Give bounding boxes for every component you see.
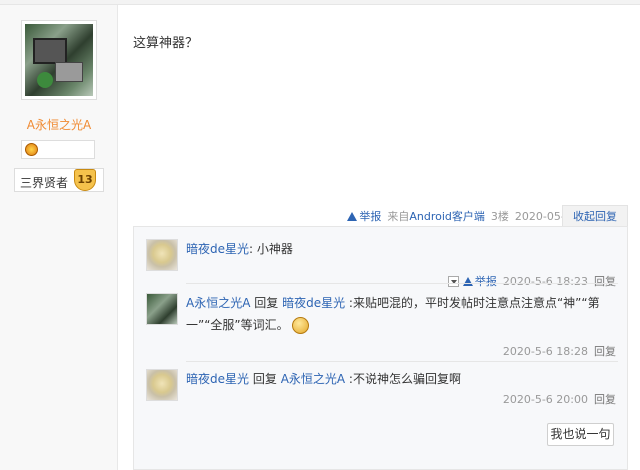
medal-icon[interactable] [25,143,38,156]
reply-avatar[interactable] [146,293,178,325]
reply-avatar[interactable] [146,239,178,271]
post-source-client[interactable]: Android客户端 [409,210,485,223]
reply-item: 暗夜de星光: 小神器 举报 2020-5-6 18:23 回复 [146,239,616,289]
reply-item: A永恒之光A 回复 暗夜de星光 :来贴吧混的，平时发帖时注意点注意点“神”“第… [146,292,616,358]
dropdown-arrow-icon[interactable] [447,275,459,287]
reply-target[interactable]: A永恒之光A [281,372,345,386]
post-report-link[interactable]: 举报 [347,208,381,224]
reply-meta: 举报 2020-5-6 18:23 回复 [447,273,616,289]
reply-button[interactable]: 回复 [594,273,616,289]
reply-content: :不说神怎么骗回复啊 [345,372,461,386]
reply-target[interactable]: 暗夜de星光 [282,296,345,310]
post-report-label: 举报 [359,210,382,223]
reply-author[interactable]: 暗夜de星光 [186,242,249,256]
author-avatar-image [25,24,93,96]
reply-report-link[interactable]: 举报 [462,273,497,289]
reply-content: 小神器 [253,242,293,256]
post-source-prefix: 来自 [387,210,410,223]
warning-triangle-icon [462,276,473,286]
reply-author[interactable]: 暗夜de星光 [186,372,249,386]
reply-button[interactable]: 回复 [594,391,616,407]
say-something-button[interactable]: 我也说一句 [547,423,614,446]
reply-divider [186,283,618,284]
reply-meta: 2020-5-6 18:28 回复 [503,343,616,359]
author-badge-row [21,140,95,159]
reply-time: 2020-5-6 18:23 [502,274,588,288]
reply-word: 回复 [252,372,277,386]
reply-divider [186,361,618,362]
author-avatar[interactable] [21,20,97,100]
reply-avatar[interactable] [146,369,178,401]
reply-meta: 2020-5-6 20:00 回复 [503,391,616,407]
author-level-box[interactable]: 三界贤者 13 [14,168,104,192]
reply-report-label: 举报 [474,275,497,288]
reply-word: 回复 [254,296,279,310]
post-floor: 3楼 [490,210,509,223]
level-badge: 13 [74,169,96,191]
reply-author[interactable]: A永恒之光A [186,296,250,310]
reply-item: 暗夜de星光 回复 A永恒之光A :不说神怎么骗回复啊 2020-5-6 20:… [146,369,616,419]
reply-text: 暗夜de星光 回复 A永恒之光A :不说神怎么骗回复啊 [186,368,606,390]
smile-emoji-icon [291,317,309,334]
warning-triangle-icon [347,211,358,221]
post-source: 来自Android客户端 [387,208,485,224]
collapse-replies-button[interactable]: 收起回复 [562,205,628,227]
reply-time: 2020-5-6 20:00 [502,392,588,406]
reply-text: 暗夜de星光: 小神器 [186,238,606,260]
post-content: 这算神器？ [133,36,199,51]
reply-list: 暗夜de星光: 小神器 举报 2020-5-6 18:23 回复 A永恒之光A … [133,226,628,470]
reply-text: A永恒之光A 回复 暗夜de星光 :来贴吧混的，平时发帖时注意点注意点“神”“第… [186,292,606,336]
reply-time: 2020-5-6 18:28 [502,344,588,358]
level-title: 三界贤者 [20,176,69,190]
reply-button[interactable]: 回复 [594,343,616,359]
author-name[interactable]: A永恒之光A [0,116,118,133]
